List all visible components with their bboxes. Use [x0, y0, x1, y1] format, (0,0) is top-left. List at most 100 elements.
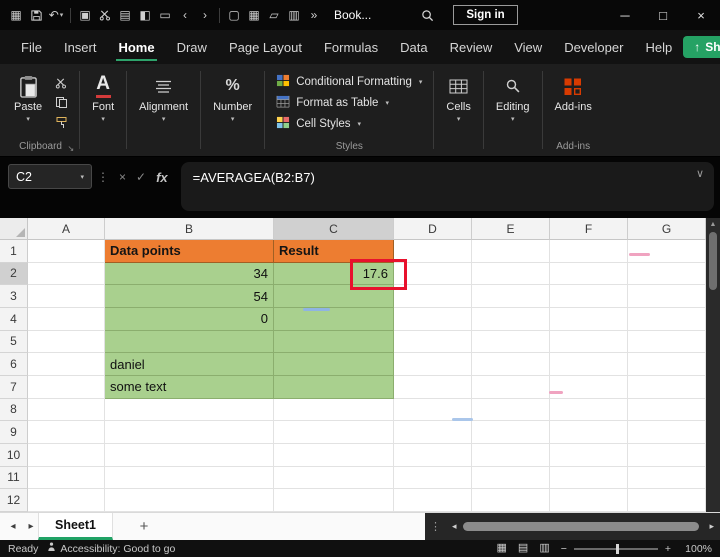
cell-C8[interactable] [274, 398, 394, 422]
cell-C5[interactable] [274, 330, 394, 354]
new-document-icon[interactable]: ▢ [224, 4, 244, 26]
paste-button[interactable]: Paste ▾ [6, 69, 50, 125]
cell-D10[interactable] [394, 443, 472, 467]
column-header-E[interactable]: E [472, 218, 550, 240]
cell-G8[interactable] [628, 398, 706, 422]
cell-E11[interactable] [472, 466, 550, 490]
cell-A4[interactable] [28, 307, 105, 331]
column-header-G[interactable]: G [628, 218, 706, 240]
name-box[interactable]: C2 ▾ [8, 164, 92, 189]
zoom-slider[interactable] [573, 543, 658, 554]
row-header-10[interactable]: 10 [0, 443, 28, 467]
format-painter-button[interactable] [52, 116, 70, 129]
clipboard-dialog-launcher-icon[interactable]: ↘ [67, 144, 74, 153]
alignment-button[interactable]: Alignment ▾ [131, 69, 196, 125]
apps-icon[interactable]: ▦ [6, 4, 26, 26]
cell-E12[interactable] [472, 489, 550, 512]
cell-G11[interactable] [628, 466, 706, 490]
cell-D9[interactable] [394, 421, 472, 444]
forward-icon[interactable]: › [195, 4, 215, 26]
cell-G10[interactable] [628, 443, 706, 467]
sheet-view-icon[interactable]: ▥ [284, 4, 304, 26]
cell-F10[interactable] [550, 443, 628, 467]
cell-G2[interactable] [628, 262, 706, 286]
cell-E8[interactable] [472, 398, 550, 422]
column-header-A[interactable]: A [28, 218, 105, 240]
cell-A8[interactable] [28, 398, 105, 422]
number-button[interactable]: % Number ▾ [205, 69, 260, 125]
cell-D5[interactable] [394, 330, 472, 354]
column-header-B[interactable]: B [105, 218, 274, 240]
row-header-6[interactable]: 6 [0, 353, 28, 376]
cell-A2[interactable] [28, 262, 105, 286]
fill-color-icon[interactable]: ◧ [135, 4, 155, 26]
menu-tab-view[interactable]: View [503, 31, 553, 64]
cut-button[interactable] [52, 76, 70, 89]
cells-button[interactable]: Cells ▾ [438, 69, 478, 125]
cell-A3[interactable] [28, 285, 105, 308]
cell-C11[interactable] [274, 466, 394, 490]
cell-G1[interactable] [628, 240, 706, 263]
cell-E5[interactable] [472, 330, 550, 354]
row-header-7[interactable]: 7 [0, 375, 28, 399]
cell-A5[interactable] [28, 330, 105, 354]
cell-A11[interactable] [28, 466, 105, 490]
cell-F8[interactable] [550, 398, 628, 422]
scroll-left-icon[interactable]: ◂ [446, 521, 463, 532]
page-layout-view-icon[interactable]: ▤ [518, 543, 528, 554]
cell-E10[interactable] [472, 443, 550, 467]
cell-E9[interactable] [472, 421, 550, 444]
menu-tab-data[interactable]: Data [389, 31, 438, 64]
cell-F3[interactable] [550, 285, 628, 308]
cell-F5[interactable] [550, 330, 628, 354]
row-header-8[interactable]: 8 [0, 398, 28, 422]
cell-E4[interactable] [472, 307, 550, 331]
cell-A7[interactable] [28, 375, 105, 399]
cell-A9[interactable] [28, 421, 105, 444]
zoom-slider-thumb[interactable] [615, 543, 619, 554]
cell-B6[interactable]: daniel [105, 353, 274, 376]
cell-D12[interactable] [394, 489, 472, 512]
cell-F1[interactable] [550, 240, 628, 263]
copy-button[interactable] [52, 96, 70, 109]
vertical-scrollbar-thumb[interactable] [709, 232, 717, 290]
cell-F11[interactable] [550, 466, 628, 490]
cell-styles-button[interactable]: Cell Styles ▾ [269, 113, 429, 134]
sign-in-button[interactable]: Sign in [453, 5, 518, 25]
cell-G4[interactable] [628, 307, 706, 331]
cell-F6[interactable] [550, 353, 628, 376]
addins-button[interactable]: Add-ins [547, 69, 600, 115]
save-icon[interactable] [26, 4, 46, 26]
select-all-corner[interactable] [0, 218, 28, 240]
cell-B2[interactable]: 34 [105, 262, 274, 286]
confirm-entry-icon[interactable]: ✓ [136, 170, 146, 184]
menu-tab-insert[interactable]: Insert [53, 31, 108, 64]
toolbar-overflow-icon[interactable]: » [304, 4, 324, 26]
accessibility-status[interactable]: Accessibility: Good to go [47, 542, 175, 555]
cut-quick-icon[interactable] [95, 4, 115, 26]
horizontal-scrollbar[interactable]: ⋮ ◂ ▸ [425, 513, 720, 540]
cell-B5[interactable] [105, 330, 274, 354]
cell-G6[interactable] [628, 353, 706, 376]
menu-tab-help[interactable]: Help [634, 31, 683, 64]
cell-F12[interactable] [550, 489, 628, 512]
cell-A12[interactable] [28, 489, 105, 512]
cell-E2[interactable] [472, 262, 550, 286]
paste-quick-icon[interactable]: ▣ [75, 4, 95, 26]
cell-B11[interactable] [105, 466, 274, 490]
close-button[interactable]: × [682, 0, 720, 30]
scrollbar-resize-handle-icon[interactable]: ⋮ [425, 520, 446, 533]
menu-tab-developer[interactable]: Developer [553, 31, 634, 64]
cell-G9[interactable] [628, 421, 706, 444]
zoom-in-icon[interactable]: + [665, 543, 671, 555]
eraser-icon[interactable]: ▭ [155, 4, 175, 26]
menu-tab-formulas[interactable]: Formulas [313, 31, 389, 64]
cell-G12[interactable] [628, 489, 706, 512]
cell-F4[interactable] [550, 307, 628, 331]
cell-B3[interactable]: 54 [105, 285, 274, 308]
cell-B10[interactable] [105, 443, 274, 467]
column-header-C[interactable]: C [274, 218, 394, 240]
column-header-F[interactable]: F [550, 218, 628, 240]
cell-C9[interactable] [274, 421, 394, 444]
row-header-2[interactable]: 2 [0, 262, 28, 286]
